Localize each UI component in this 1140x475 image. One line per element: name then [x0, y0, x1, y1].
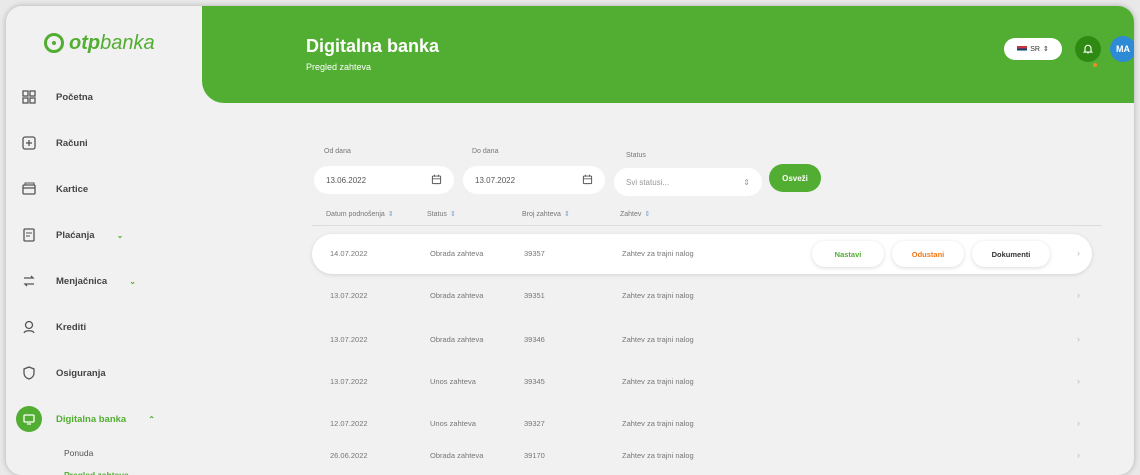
accounts-icon — [20, 134, 38, 152]
sidebar-item-digitalna-banka[interactable]: Digitalna banka ⌃ — [16, 396, 200, 442]
exchange-icon — [20, 272, 38, 290]
to-date-field[interactable]: 13.07.2022 — [463, 166, 605, 194]
sidebar-item-placanja[interactable]: Plaćanja ⌄ — [20, 212, 200, 258]
sidebar-nav: Početna Računi Kartice Plaćanja ⌄ Menjač… — [16, 74, 200, 475]
calendar-icon[interactable] — [431, 174, 442, 187]
chevron-right-icon[interactable]: › — [1077, 248, 1080, 258]
sidebar-item-menjacnica[interactable]: Menjačnica ⌄ — [20, 258, 200, 304]
payments-icon — [20, 226, 38, 244]
sidebar-item-kartice[interactable]: Kartice — [20, 166, 200, 212]
logo-mark-icon — [44, 33, 64, 53]
column-header-status[interactable]: Status ⇕ — [427, 210, 456, 218]
chevron-updown-icon: ⇕ — [1042, 46, 1049, 53]
table-header: Datum podnošenja ⇕ Status ⇕ Broj zahteva ⇕ … — [312, 206, 1102, 226]
chevron-right-icon[interactable]: › — [1077, 376, 1080, 386]
sidebar: otpbanka Početna Računi Kartice Plaćanja… — [6, 6, 202, 475]
digital-bank-icon — [16, 406, 42, 432]
bell-icon — [1082, 44, 1094, 54]
sidebar-item-krediti[interactable]: Krediti — [20, 304, 200, 350]
calendar-icon[interactable] — [582, 174, 593, 187]
loans-icon — [20, 318, 38, 336]
status-label: Status — [626, 152, 646, 159]
sidebar-subitem-pregled-zahteva[interactable]: Pregled zahteva — [20, 464, 200, 475]
sort-icon: ⇕ — [644, 211, 651, 218]
chevron-right-icon[interactable]: › — [1077, 334, 1080, 344]
insurance-icon — [20, 364, 38, 382]
chevron-up-icon: ⌃ — [148, 414, 155, 424]
chevron-down-icon: ⌄ — [129, 276, 136, 286]
page-title: Digitalna banka — [306, 36, 440, 56]
cancel-button[interactable]: Odustani — [892, 241, 964, 267]
chevron-updown-icon: ⇕ — [743, 177, 750, 187]
chevron-right-icon[interactable]: › — [1077, 418, 1080, 428]
from-date-field[interactable]: 13.06.2022 — [314, 166, 454, 194]
table-row[interactable]: 13.07.2022 Obrada zahteva 39346 Zahtev z… — [312, 320, 1092, 360]
page-header: Digitalna banka Pregled zahteva SR ⇕ MA — [202, 6, 1134, 103]
to-date-label: Do dana — [472, 148, 499, 155]
cards-icon — [20, 180, 38, 198]
column-header-date[interactable]: Datum podnošenja ⇕ — [326, 210, 394, 218]
notification-dot — [1093, 63, 1097, 67]
chevron-right-icon[interactable]: › — [1077, 450, 1080, 460]
serbian-flag-icon — [1017, 45, 1028, 53]
continue-button[interactable]: Nastavi — [812, 241, 884, 267]
column-header-number[interactable]: Broj zahteva ⇕ — [522, 210, 570, 218]
language-selector[interactable]: SR ⇕ — [1004, 38, 1062, 60]
avatar[interactable]: MA — [1110, 36, 1134, 62]
sidebar-subitem-ponuda[interactable]: Ponuda — [20, 442, 200, 464]
table-row[interactable]: 13.07.2022 Obrada zahteva 39351 Zahtev z… — [312, 276, 1092, 316]
otp-logo[interactable]: otpbanka — [44, 28, 155, 58]
chevron-right-icon[interactable]: › — [1077, 290, 1080, 300]
documents-button[interactable]: Dokumenti — [972, 241, 1050, 267]
status-select[interactable]: Svi statusi... ⇕ — [614, 168, 762, 196]
sidebar-item-pocetna[interactable]: Početna — [20, 74, 200, 120]
app-window: otpbanka Početna Računi Kartice Plaćanja… — [6, 6, 1134, 475]
sidebar-item-racuni[interactable]: Računi — [20, 120, 200, 166]
sort-icon: ⇕ — [449, 211, 456, 218]
column-header-request[interactable]: Zahtev ⇕ — [620, 210, 650, 218]
page-subtitle: Pregled zahteva — [306, 62, 372, 72]
sort-icon: ⇕ — [387, 211, 394, 218]
table-row[interactable]: 26.06.2022 Obrada zahteva 39170 Zahtev z… — [312, 436, 1092, 475]
from-date-label: Od dana — [324, 148, 351, 155]
table-row[interactable]: 13.07.2022 Unos zahteva 39345 Zahtev za … — [312, 362, 1092, 402]
dashboard-icon — [20, 88, 38, 106]
table-row[interactable]: 14.07.2022 Obrada zahteva 39357 Zahtev z… — [312, 234, 1092, 274]
chevron-down-icon: ⌄ — [116, 230, 124, 240]
refresh-button[interactable]: Osveži — [769, 164, 821, 192]
sort-icon: ⇕ — [563, 211, 570, 218]
notifications-button[interactable] — [1075, 36, 1101, 62]
sidebar-item-osiguranja[interactable]: Osiguranja — [20, 350, 200, 396]
